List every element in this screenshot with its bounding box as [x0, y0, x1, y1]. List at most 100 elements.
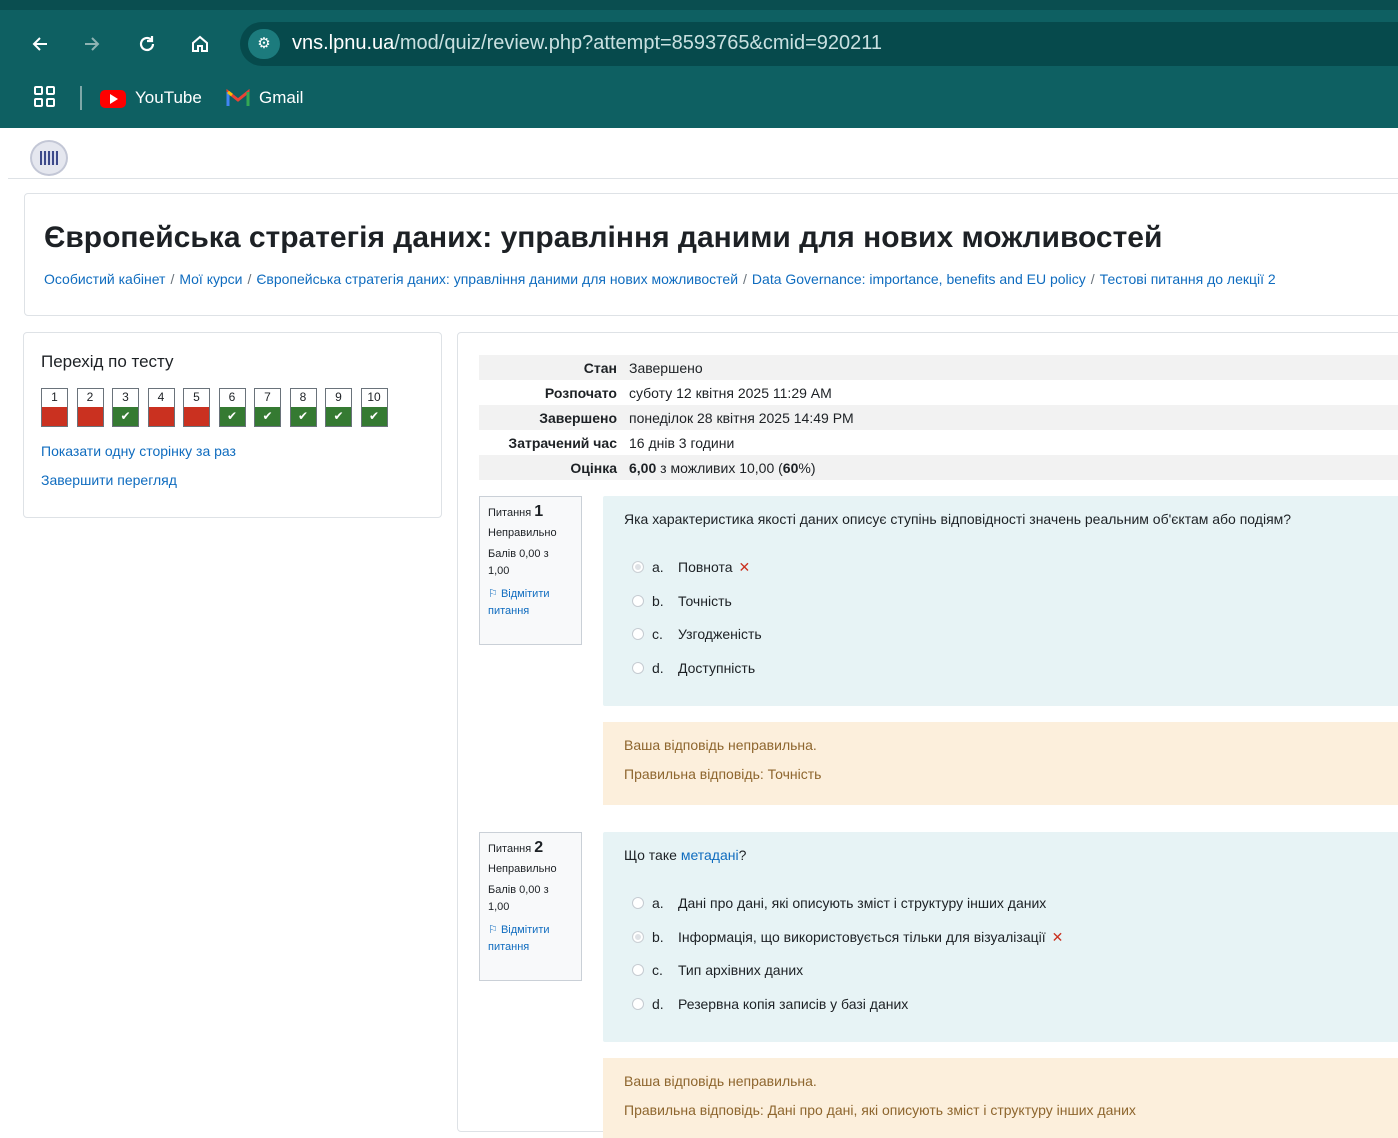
flag-question-button[interactable]: ⚐ Відмітити питання — [488, 922, 573, 956]
radio-button[interactable] — [632, 661, 644, 674]
quiz-nav-number: 9 — [335, 390, 342, 404]
radio-button[interactable] — [632, 964, 644, 976]
bookmark-gmail[interactable]: Gmail — [259, 86, 303, 110]
arrow-right-icon — [85, 37, 100, 51]
quiz-nav-button-9[interactable]: 9 ✔ — [325, 388, 352, 427]
summary-value: суботу 12 квітня 2025 11:29 AM — [623, 380, 1398, 405]
breadcrumb-separator: / — [247, 271, 252, 287]
incorrect-state-bar — [184, 407, 209, 426]
url-path: /mod/quiz/review.php?attempt=8593765&cmi… — [394, 32, 883, 54]
feedback-text: Ваша відповідь неправильна. — [624, 737, 817, 753]
correct-state-bar: ✔ — [361, 407, 387, 426]
finish-review-link[interactable]: Завершити перегляд — [41, 472, 177, 488]
answer-letter: a. — [652, 895, 664, 911]
quiz-nav-button-7[interactable]: 7 ✔ — [254, 388, 281, 427]
bookmark-youtube[interactable]: YouTube — [135, 86, 202, 110]
summary-label: Розпочато — [479, 380, 623, 405]
correct-state-bar: ✔ — [113, 407, 138, 426]
incorrect-icon: ✕ — [1051, 928, 1064, 945]
answer-text: Інформація, що використовується тільки д… — [678, 928, 1046, 945]
answer-letter: d. — [652, 659, 664, 676]
correct-state-bar: ✔ — [219, 407, 245, 426]
quiz-nav-button-8[interactable]: 8 ✔ — [289, 388, 317, 427]
summary-row: Оцінка 6,00 з можливих 10,00 (60%) — [479, 455, 1398, 480]
question-number-value: 2 — [534, 839, 544, 856]
incorrect-icon: ✕ — [738, 559, 751, 575]
question-prefix: Питання — [488, 507, 532, 519]
breadcrumb-item-quiz[interactable]: Тестові питання до лекції 2 — [1100, 271, 1276, 287]
radio-button[interactable] — [632, 628, 644, 640]
summary-row: Стан Завершено — [479, 355, 1398, 380]
question-number-value: 1 — [534, 503, 544, 520]
answer-text: Точність — [678, 592, 732, 609]
apps-grid-icon[interactable] — [34, 86, 56, 108]
summary-row: Затрачений час 16 днів 3 години — [479, 430, 1398, 455]
radio-button[interactable] — [632, 561, 644, 573]
answer-text: Узгодженість — [678, 626, 762, 642]
question-text-part: Що таке — [624, 847, 681, 863]
quiz-nav-button-4[interactable]: 4 — [147, 388, 175, 427]
quiz-nav-button-6[interactable]: 6 ✔ — [218, 388, 246, 427]
breadcrumb-item-section[interactable]: Data Governance: importance, benefits an… — [752, 271, 1086, 287]
radio-button[interactable] — [632, 594, 644, 607]
site-info-icon[interactable]: ⚙ — [248, 29, 280, 59]
flag-icon: ⚐ — [488, 924, 498, 936]
right-answer-text: Правильна відповідь: Дані про дані, які … — [624, 1102, 1136, 1118]
reload-button[interactable] — [134, 30, 160, 58]
correct-state-bar: ✔ — [255, 407, 280, 426]
bookmark-separator — [80, 86, 82, 110]
quiz-nav-button-1[interactable]: 1 — [41, 388, 68, 427]
grade-rest: з можливих 10,00 ( — [656, 459, 783, 476]
incorrect-state-bar — [148, 407, 174, 426]
metadata-glossary-link[interactable]: метадані — [681, 847, 739, 863]
home-icon — [192, 35, 208, 52]
breadcrumb: Особистий кабінет / Мої курси / Європейська … — [44, 271, 1276, 287]
reload-icon — [139, 36, 155, 52]
answer-option: c. Тип архівних даних — [632, 962, 803, 978]
flag-question-button[interactable]: ⚐ Відмітити питання — [488, 586, 573, 620]
question-mark: Балів 0,00 з 1,00 — [488, 884, 549, 913]
question-text: Що таке метадані? — [624, 847, 746, 863]
home-button[interactable] — [187, 30, 213, 58]
grade-percent-rest: %) — [798, 459, 816, 476]
quiz-nav-button-2[interactable]: 2 — [76, 388, 104, 427]
show-one-page-link[interactable]: Показати одну сторінку за раз — [41, 443, 236, 459]
url-text[interactable]: vns.lpnu.ua/mod/quiz/review.php?attempt=… — [292, 32, 882, 55]
answer-option: c. Узгодженість — [632, 626, 762, 642]
answer-option: a. Дані про дані, які описують зміст і ст… — [632, 895, 1046, 911]
incorrect-state-bar — [77, 407, 103, 426]
answer-option: d. Резервна копія записів у базі даних — [632, 996, 908, 1012]
breadcrumb-item-dashboard[interactable]: Особистий кабінет — [44, 271, 165, 287]
university-logo[interactable] — [30, 140, 68, 176]
question-number: Питання 1 — [488, 503, 573, 522]
question-status: Неправильно — [488, 863, 557, 875]
radio-button[interactable] — [632, 930, 644, 943]
summary-label: Стан — [479, 355, 623, 380]
breadcrumb-item-course[interactable]: Європейська стратегія даних: управління … — [256, 271, 738, 287]
answer-option: d. Доступність — [632, 660, 755, 676]
forward-button[interactable] — [79, 30, 105, 58]
check-icon: ✔ — [297, 409, 309, 423]
quiz-nav-button-3[interactable]: 3 ✔ — [112, 388, 139, 427]
quiz-nav-button-5[interactable]: 5 — [183, 388, 210, 427]
radio-button[interactable] — [632, 997, 644, 1010]
flag-question-label: Відмітити питання — [488, 588, 550, 617]
breadcrumb-item-my-courses[interactable]: Мої курси — [179, 271, 242, 287]
answer-letter: a. — [652, 559, 664, 575]
breadcrumb-separator: / — [743, 271, 747, 287]
question-info-2: Питання 2 Неправильно Балів 0,00 з 1,00 … — [479, 832, 582, 981]
check-icon: ✔ — [333, 409, 344, 423]
quiz-nav-button-10[interactable]: 10 ✔ — [360, 388, 388, 427]
quiz-nav-number: 4 — [157, 390, 165, 404]
youtube-icon — [100, 90, 126, 108]
quiz-nav-number: 8 — [299, 390, 307, 404]
quiz-nav-number: 2 — [86, 390, 94, 404]
arrow-left-icon — [32, 37, 47, 51]
back-button[interactable] — [27, 30, 53, 58]
radio-button[interactable] — [632, 897, 644, 909]
url-host: vns.lpnu.ua — [292, 32, 395, 54]
question-mark: Балів 0,00 з 1,00 — [488, 548, 549, 577]
quiz-nav-number: 1 — [51, 390, 58, 404]
summary-row: Розпочато суботу 12 квітня 2025 11:29 AM — [479, 380, 1398, 405]
breadcrumb-separator: / — [170, 271, 175, 287]
